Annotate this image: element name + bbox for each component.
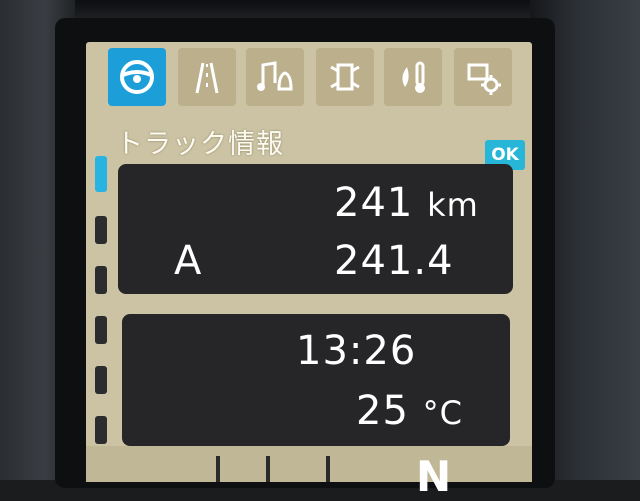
music-bell-icon bbox=[257, 61, 293, 91]
instrument-display: トラック情報 OK 241 km A 241.4 13:26 25 °C N bbox=[86, 42, 532, 501]
trip-value: 241.4 bbox=[334, 238, 454, 284]
road-icon bbox=[195, 62, 219, 94]
page-indicator-active bbox=[95, 156, 107, 192]
tab-audio[interactable] bbox=[246, 48, 304, 106]
tab-steering[interactable] bbox=[108, 48, 166, 106]
temperature-value: 25 bbox=[356, 388, 409, 434]
trip-label: A bbox=[174, 238, 202, 284]
gauge-tick bbox=[266, 456, 270, 482]
distance-value: 241 bbox=[334, 180, 414, 226]
gear-settings-icon bbox=[467, 63, 501, 95]
distance-readout: 241 km bbox=[334, 180, 479, 226]
temperature-unit: °C bbox=[422, 394, 463, 432]
page-indicator-item bbox=[95, 366, 107, 394]
page-indicator-item bbox=[95, 416, 107, 444]
trip-panel: 241 km A 241.4 bbox=[118, 164, 513, 294]
page-indicator bbox=[95, 156, 107, 456]
gear-indicator: N bbox=[416, 452, 452, 501]
tab-temperature[interactable] bbox=[384, 48, 442, 106]
screen-title: トラック情報 bbox=[116, 129, 284, 160]
steering-wheel-icon bbox=[120, 60, 154, 94]
page-indicator-item bbox=[95, 316, 107, 344]
temperature-readout: 25 °C bbox=[356, 388, 463, 434]
info-panel: 13:26 25 °C bbox=[122, 314, 510, 446]
page-indicator-item bbox=[95, 266, 107, 294]
clock-time: 13:26 bbox=[296, 328, 417, 374]
menu-icon-row bbox=[108, 48, 528, 110]
distance-unit: km bbox=[427, 186, 479, 224]
temperature-icon bbox=[402, 61, 425, 93]
tab-settings[interactable] bbox=[454, 48, 512, 106]
gauge-tick bbox=[216, 456, 220, 482]
page-indicator-item bbox=[95, 216, 107, 244]
bottom-gauge-strip bbox=[86, 446, 532, 482]
tab-road[interactable] bbox=[178, 48, 236, 106]
gauge-tick bbox=[326, 456, 330, 482]
tab-truck[interactable] bbox=[316, 48, 374, 106]
truck-settings-icon bbox=[330, 63, 360, 91]
